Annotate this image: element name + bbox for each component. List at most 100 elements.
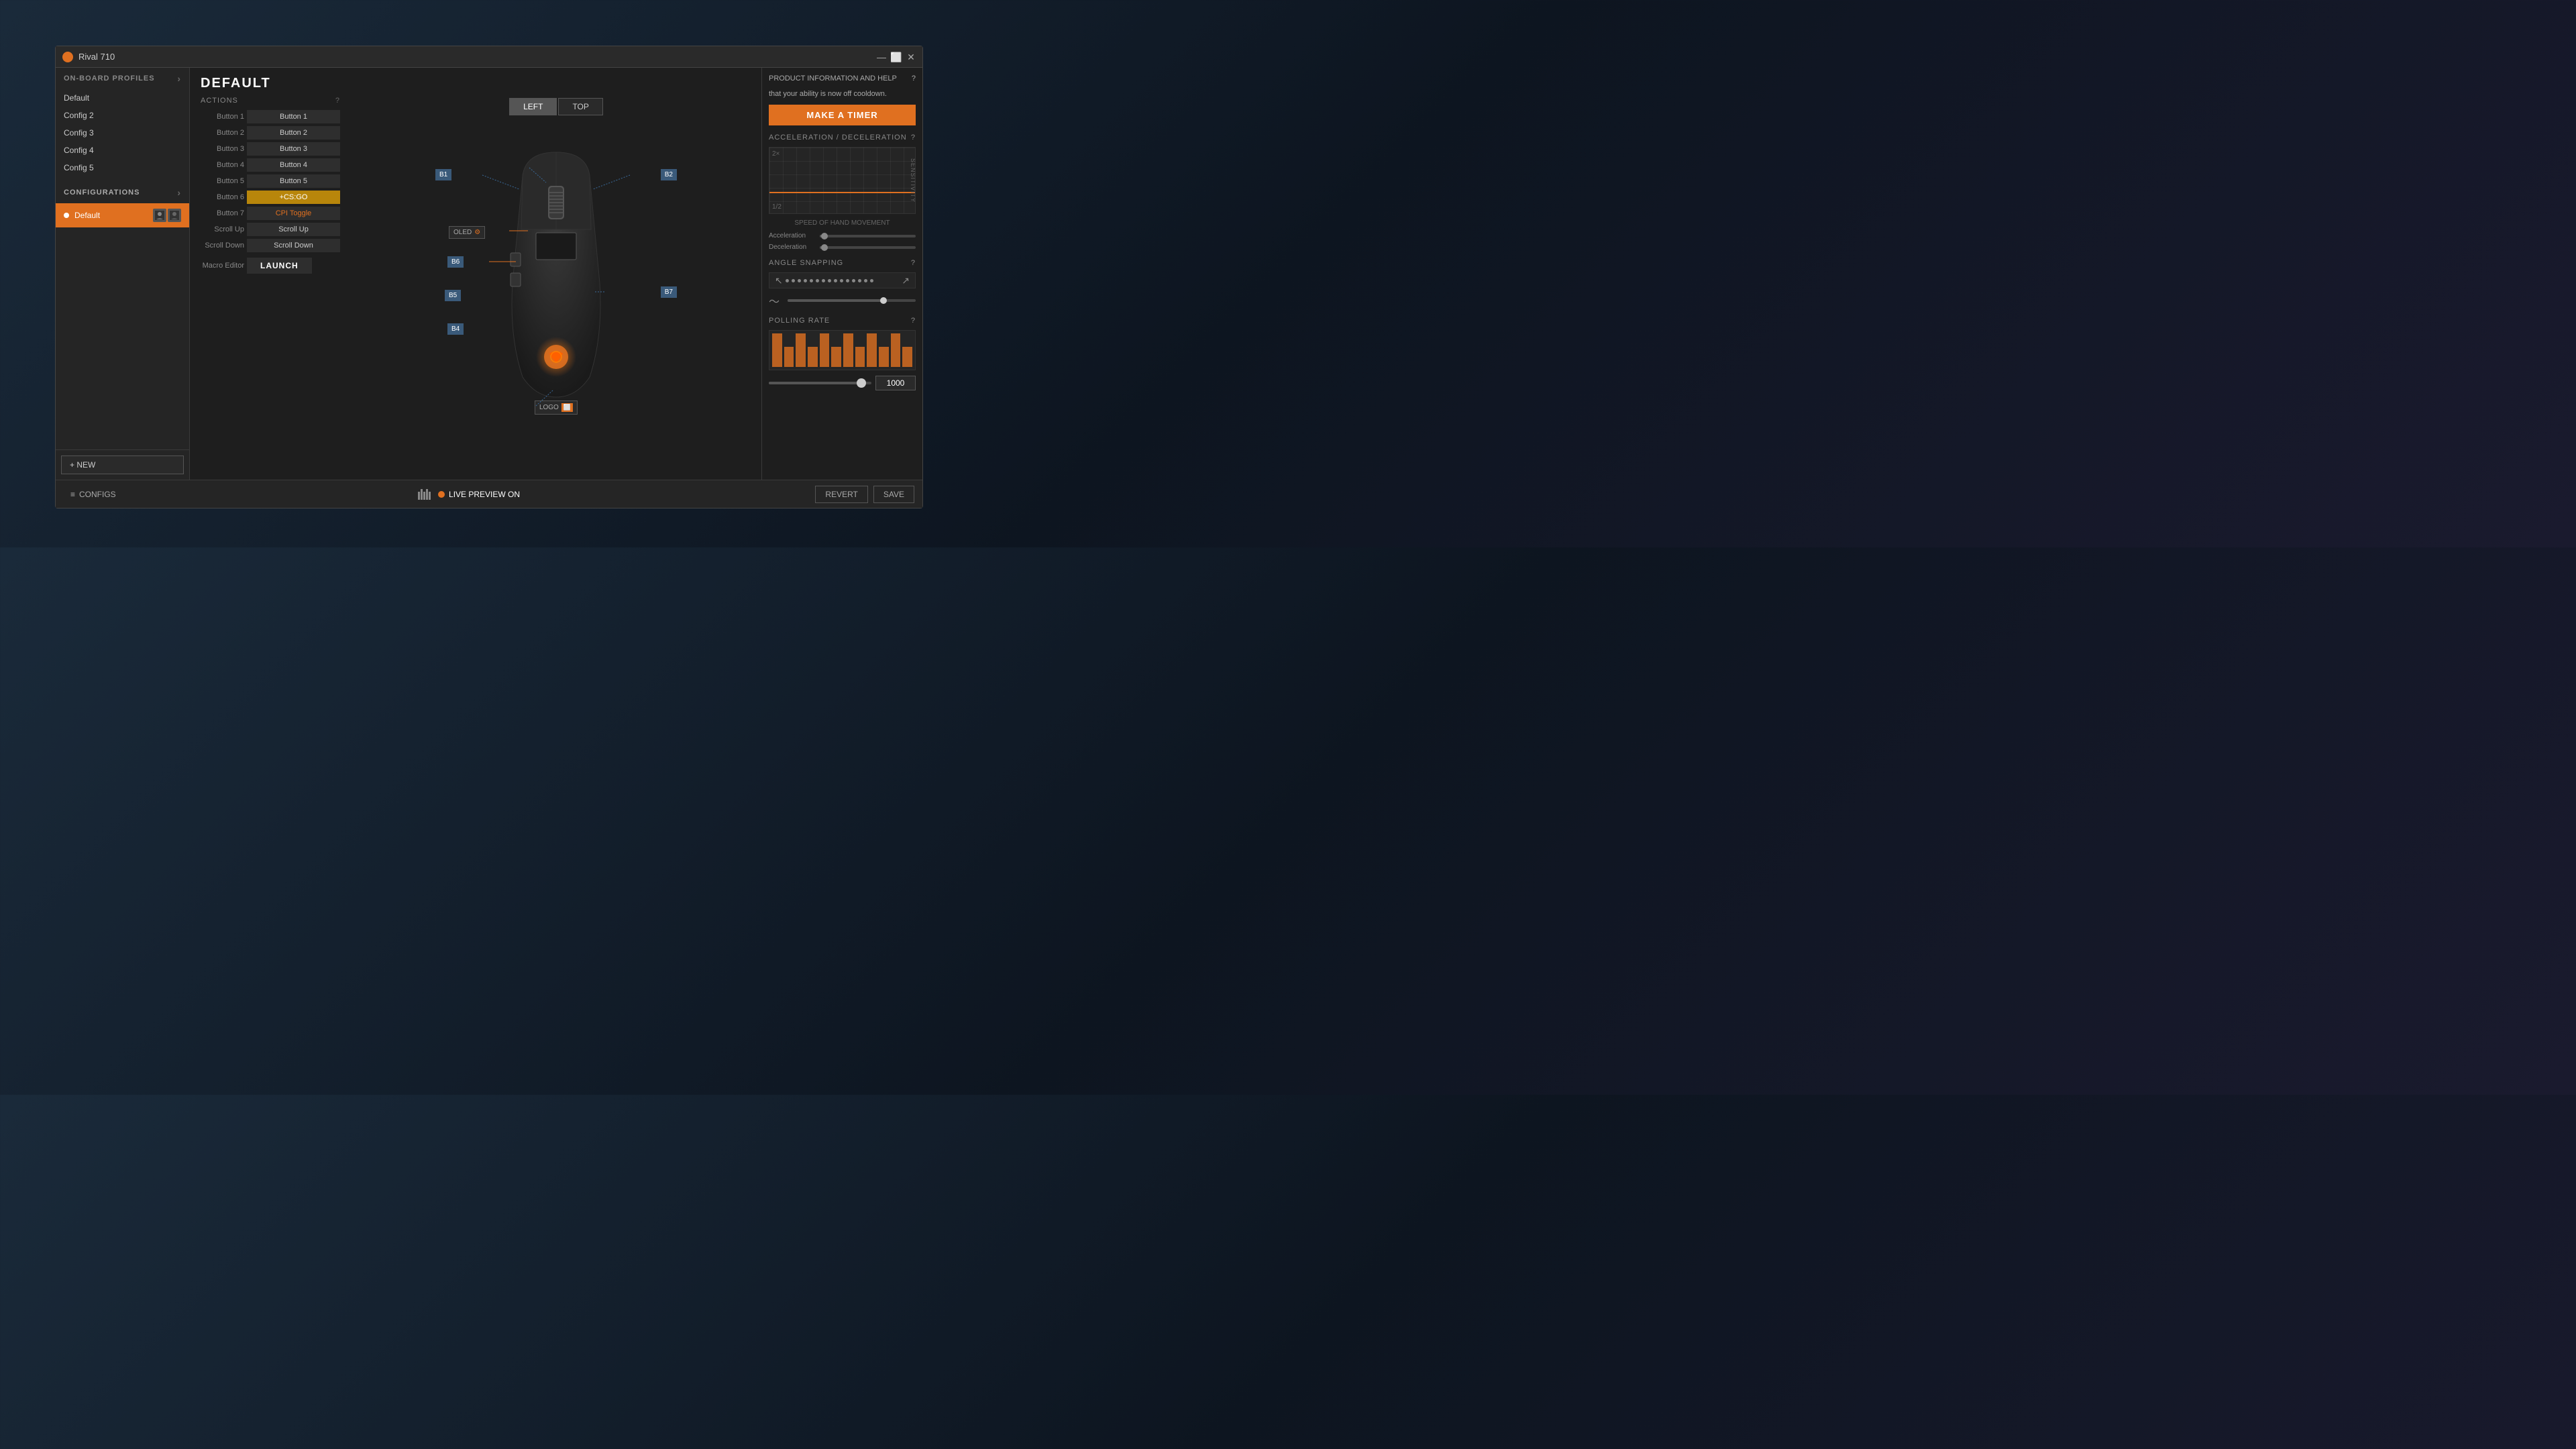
action-btn-btn1[interactable]: Button 1 — [247, 110, 340, 123]
action-row-btn6: Button 6 +CS:GO — [201, 191, 340, 204]
mouse-btn-b7[interactable]: B7 — [661, 286, 677, 298]
action-label-btn6: Button 6 — [201, 193, 244, 201]
action-label-btn3: Button 3 — [201, 145, 244, 153]
action-row-btn2: Button 2 Button 2 — [201, 126, 340, 140]
close-button[interactable]: ✕ — [906, 52, 916, 62]
bottom-right-buttons: REVERT SAVE — [815, 486, 914, 503]
action-label-btn1: Button 1 — [201, 113, 244, 121]
tab-left[interactable]: LEFT — [509, 98, 557, 115]
angle-snapping-track[interactable]: ↖ ↗ — [769, 272, 916, 288]
accel-graph: 2× 1/2 SENSITIVITY — [769, 147, 916, 214]
sidebar-item-config5[interactable]: Config 5 — [56, 159, 189, 176]
actions-header: ACTIONS ? — [201, 91, 340, 110]
live-preview-text: LIVE PREVIEW ON — [449, 490, 520, 499]
action-label-btn7: Button 7 — [201, 209, 244, 217]
action-btn-btn7[interactable]: CPI Toggle — [247, 207, 340, 220]
action-btn-btn5[interactable]: Button 5 — [247, 174, 340, 188]
live-preview-bars-icon — [418, 489, 434, 500]
action-row-scrollup: Scroll Up Scroll Up — [201, 223, 340, 236]
action-label-btn4: Button 4 — [201, 161, 244, 169]
angle-snapping-slider-row: 〜 — [769, 292, 916, 309]
mouse-btn-b1[interactable]: B1 — [435, 169, 451, 180]
sidebar-item-config3[interactable]: Config 3 — [56, 124, 189, 142]
sidebar-item-config2[interactable]: Config 2 — [56, 107, 189, 124]
action-row-btn7: Button 7 CPI Toggle — [201, 207, 340, 220]
main-content: ON-BOARD PROFILES › Default Config 2 Con… — [56, 68, 922, 480]
angle-snapping-thumb[interactable] — [880, 297, 887, 304]
action-row-btn3: Button 3 Button 3 — [201, 142, 340, 156]
configurations-header: CONFIGURATIONS › — [56, 182, 189, 203]
revert-button[interactable]: REVERT — [815, 486, 867, 503]
tab-top[interactable]: TOP — [558, 98, 602, 115]
mouse-btn-b2[interactable]: B2 — [661, 169, 677, 180]
polling-graph — [769, 330, 916, 370]
save-button[interactable]: SAVE — [873, 486, 914, 503]
polling-slider[interactable] — [769, 382, 871, 384]
deceleration-row: Deceleration — [769, 244, 916, 251]
mouse-btn-b5[interactable]: B5 — [445, 290, 461, 301]
product-info-header: PRODUCT INFORMATION AND HELP ? — [769, 74, 916, 83]
title-bar-text: Rival 710 — [78, 52, 877, 62]
graph-2x-label: 2× — [772, 150, 780, 158]
action-label-btn2: Button 2 — [201, 129, 244, 137]
restore-button[interactable]: ⬜ — [892, 52, 901, 62]
configs-button[interactable]: ≡ CONFIGS — [64, 486, 123, 503]
config-avatar-2 — [168, 209, 181, 222]
deceleration-label: Deceleration — [769, 244, 816, 251]
angle-snapping-slider[interactable] — [788, 299, 916, 302]
action-row-btn5: Button 5 Button 5 — [201, 174, 340, 188]
acceleration-slider[interactable] — [820, 235, 916, 237]
config-avatar-1 — [153, 209, 166, 222]
polling-rate-title: POLLING RATE ? — [769, 317, 916, 325]
bottom-bar: ≡ CONFIGS LIVE PREVIEW ON REVERT SAVE — [56, 480, 922, 508]
action-label-scrollup: Scroll Up — [201, 225, 244, 233]
action-row-btn4: Button 4 Button 4 — [201, 158, 340, 172]
polling-value-row — [769, 376, 916, 390]
action-btn-scrolldown[interactable]: Scroll Down — [247, 239, 340, 252]
sidebar-item-config4[interactable]: Config 4 — [56, 142, 189, 159]
action-row-btn1: Button 1 Button 1 — [201, 110, 340, 123]
mouse-container: B1 B2 B3 ⬜ OLED — [429, 122, 684, 444]
action-label-scrolldown: Scroll Down — [201, 241, 244, 250]
polling-thumb[interactable] — [857, 378, 866, 388]
mouse-btn-b6[interactable]: B6 — [447, 256, 464, 268]
deceleration-slider[interactable] — [820, 246, 916, 249]
view-tabs: LEFT TOP — [509, 98, 603, 115]
mouse-oled[interactable]: OLED ⚙ — [449, 226, 485, 239]
action-btn-btn4[interactable]: Button 4 — [247, 158, 340, 172]
config-avatars — [153, 209, 181, 222]
right-panel: PRODUCT INFORMATION AND HELP ? that your… — [761, 68, 922, 480]
graph-half-label: 1/2 — [772, 203, 782, 211]
sidebar: ON-BOARD PROFILES › Default Config 2 Con… — [56, 68, 190, 480]
action-label-btn5: Button 5 — [201, 177, 244, 185]
action-btn-scrollup[interactable]: Scroll Up — [247, 223, 340, 236]
center-panel: DEFAULT ACTIONS ? Button 1 Button 1 Butt — [190, 68, 761, 480]
acceleration-thumb[interactable] — [821, 233, 828, 239]
polling-value-input[interactable] — [875, 376, 916, 390]
action-btn-btn6[interactable]: +CS:GO — [247, 191, 340, 204]
mouse-btn-b4[interactable]: B4 — [447, 323, 464, 335]
title-bar: Rival 710 — ⬜ ✕ — [56, 46, 922, 68]
minimize-button[interactable]: — — [877, 52, 886, 62]
live-dot — [438, 491, 445, 498]
actions-area: ACTIONS ? Button 1 Button 1 Button 2 But… — [190, 91, 761, 480]
onboard-profiles-header: ON-BOARD PROFILES › — [56, 68, 189, 89]
acceleration-row: Acceleration — [769, 232, 916, 239]
make-timer-button[interactable]: MAKE A TIMER — [769, 105, 916, 125]
accel-section-title: ACCELERATION / DECELERATION ? — [769, 133, 916, 142]
new-button[interactable]: + NEW — [61, 455, 184, 474]
speed-label: SPEED OF HAND MOVEMENT — [769, 219, 916, 227]
sidebar-item-default[interactable]: Default — [56, 89, 189, 107]
action-row-scrolldown: Scroll Down Scroll Down — [201, 239, 340, 252]
deceleration-thumb[interactable] — [821, 244, 828, 251]
acceleration-label: Acceleration — [769, 232, 816, 239]
action-label-macro: Macro Editor — [201, 262, 244, 270]
action-btn-btn2[interactable]: Button 2 — [247, 126, 340, 140]
action-row-macro: Macro Editor LAUNCH — [201, 258, 340, 274]
config-item-default[interactable]: Default — [56, 203, 189, 227]
sidebar-bottom: + NEW — [56, 449, 189, 480]
live-preview: LIVE PREVIEW ON — [418, 489, 520, 500]
launch-button[interactable]: LAUNCH — [247, 258, 312, 274]
action-btn-btn3[interactable]: Button 3 — [247, 142, 340, 156]
sensitivity-axis-label: SENSITIVITY — [910, 158, 916, 203]
